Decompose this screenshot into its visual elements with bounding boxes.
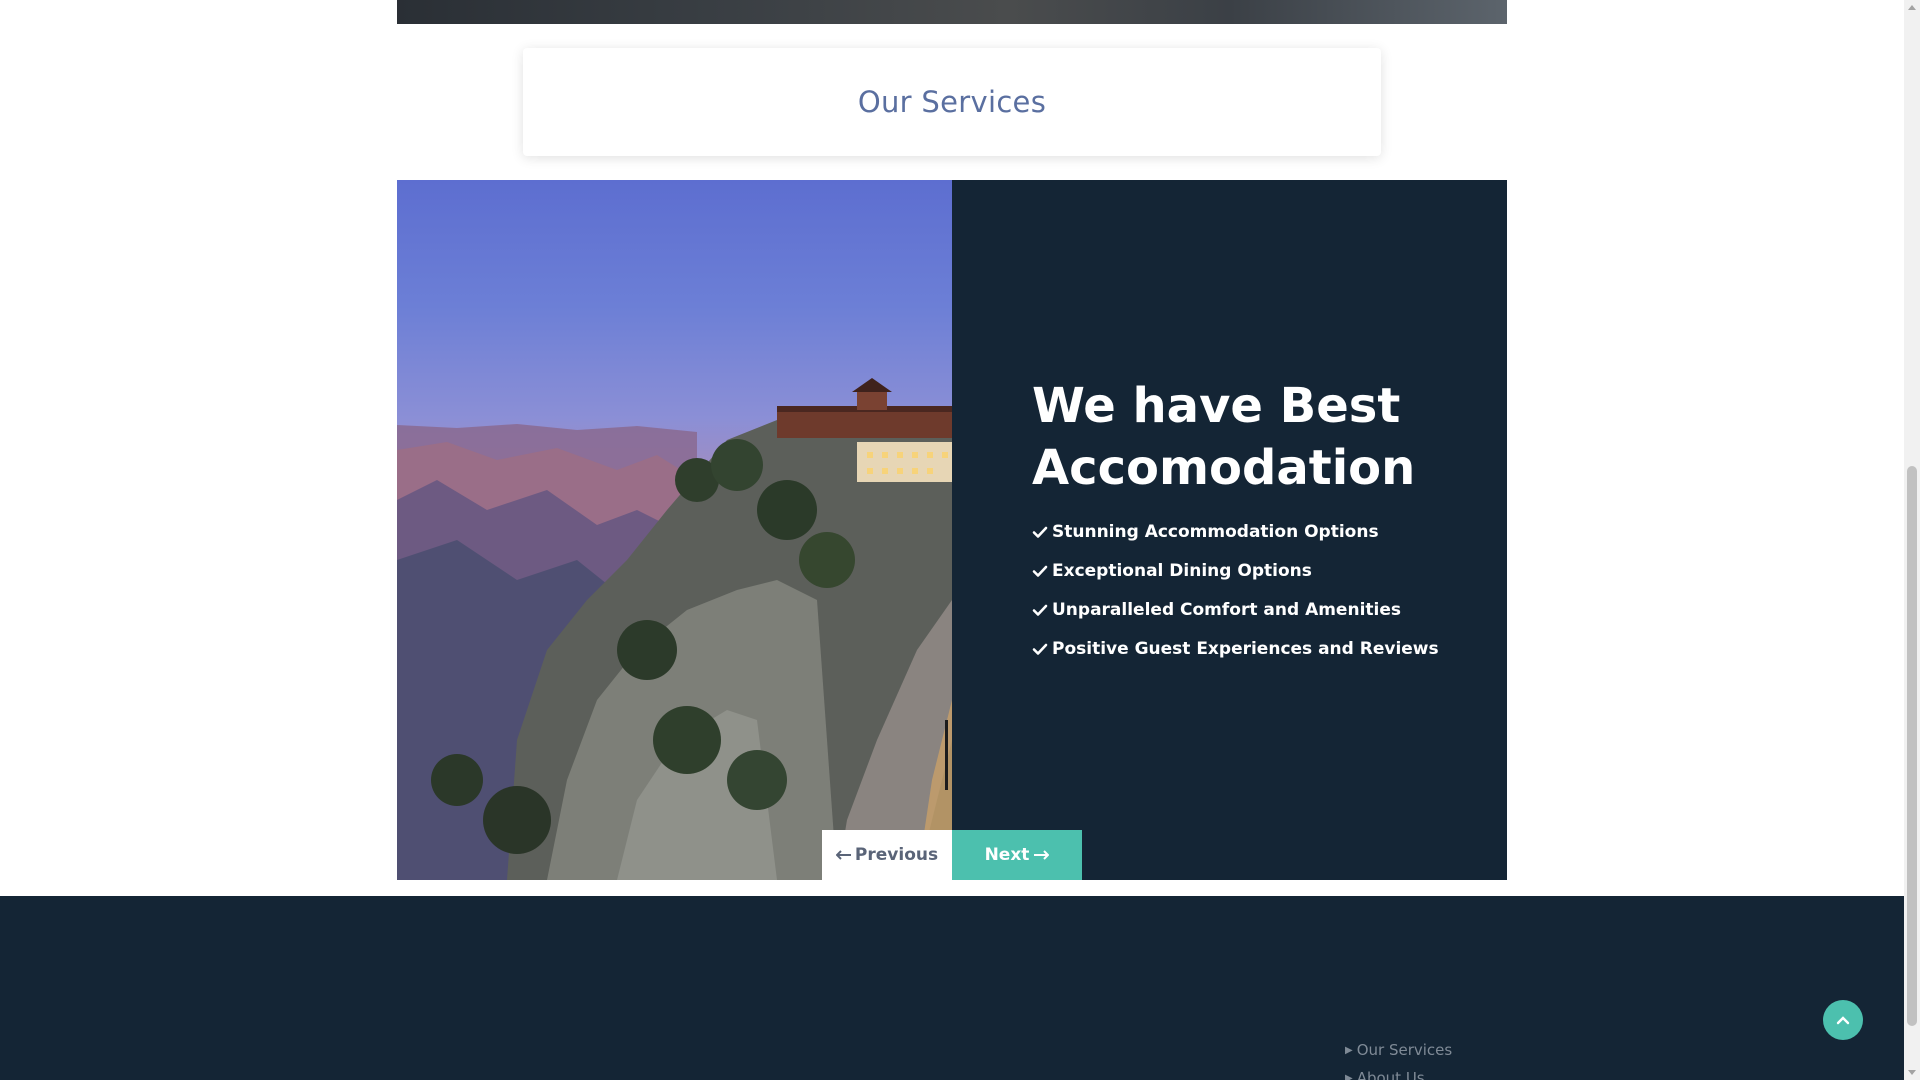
- footer-link-label: Our Services: [1356, 1041, 1453, 1059]
- hero-image-strip: [397, 0, 1507, 24]
- back-to-top-button[interactable]: [1823, 1000, 1863, 1040]
- feature-item: Exceptional Dining Options: [1032, 551, 1439, 590]
- footer-link-our-services[interactable]: ▶ Our Services: [1345, 1036, 1452, 1064]
- feature-label: Unparalleled Comfort and Amenities: [1052, 599, 1401, 620]
- site-footer: ▶ Our Services ▶ About Us: [0, 896, 1904, 1080]
- accommodation-slider: We have Best Accomodation Stunning Accom…: [397, 180, 1507, 880]
- previous-button[interactable]: Previous: [822, 830, 952, 880]
- caret-right-icon: ▶: [1345, 1044, 1353, 1056]
- next-label: Next: [984, 845, 1030, 865]
- feature-label: Exceptional Dining Options: [1052, 560, 1312, 581]
- slide-content-panel: We have Best Accomodation Stunning Accom…: [952, 180, 1507, 880]
- previous-label: Previous: [854, 845, 939, 865]
- arrow-right-icon: [1034, 850, 1050, 860]
- feature-item: Positive Guest Experiences and Reviews: [1032, 629, 1439, 668]
- next-button[interactable]: Next: [952, 830, 1082, 880]
- page: Our Services We have Best Accomodation S…: [0, 0, 1920, 1080]
- feature-item: Unparalleled Comfort and Amenities: [1032, 590, 1439, 629]
- feature-list: Stunning Accommodation Options Exception…: [1032, 512, 1439, 668]
- feature-label: Stunning Accommodation Options: [1052, 521, 1379, 542]
- arrow-left-icon: [835, 850, 851, 860]
- scroll-up-arrow-icon[interactable]: [1908, 5, 1916, 10]
- chevron-up-icon: [1836, 1016, 1850, 1025]
- check-icon: [1032, 526, 1048, 538]
- check-icon: [1032, 604, 1048, 616]
- page-scrollbar[interactable]: [1904, 0, 1920, 1080]
- footer-link-about-us[interactable]: ▶ About Us: [1345, 1064, 1452, 1080]
- services-title: Our Services: [857, 85, 1047, 119]
- services-title-card: Our Services: [523, 48, 1381, 156]
- scroll-down-arrow-icon[interactable]: [1908, 1070, 1916, 1075]
- slider-nav: Previous Next: [822, 830, 1082, 880]
- footer-links: ▶ Our Services ▶ About Us: [1345, 1036, 1452, 1080]
- footer-link-label: About Us: [1356, 1069, 1425, 1080]
- slide-image-canyon-lodge: [397, 180, 952, 880]
- slide-heading: We have Best Accomodation: [1032, 378, 1416, 496]
- check-icon: [1032, 643, 1048, 655]
- feature-label: Positive Guest Experiences and Reviews: [1052, 638, 1439, 659]
- check-icon: [1032, 565, 1048, 577]
- feature-item: Stunning Accommodation Options: [1032, 512, 1439, 551]
- caret-right-icon: ▶: [1345, 1072, 1353, 1080]
- scroll-thumb[interactable]: [1907, 466, 1917, 1026]
